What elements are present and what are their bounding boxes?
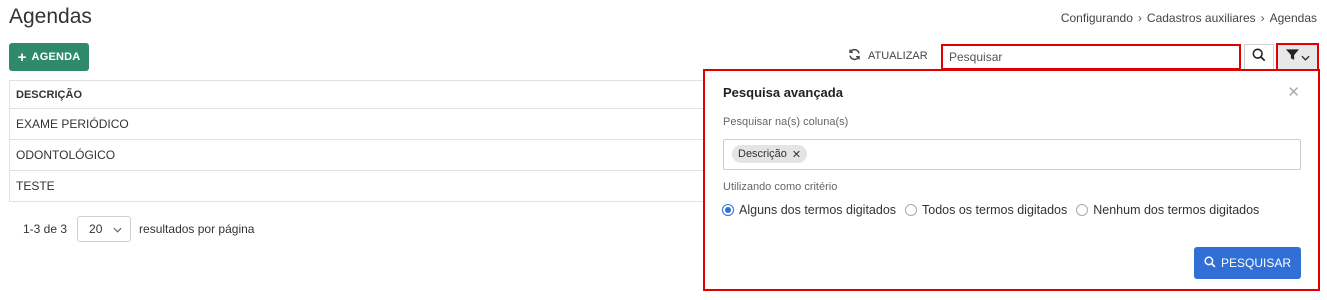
- criteria-radio-group: Alguns dos termos digitados Todos os ter…: [722, 203, 1268, 217]
- advanced-filter-button[interactable]: [1276, 43, 1319, 71]
- radio-button[interactable]: [905, 204, 918, 216]
- pagination: 1-3 de 3 20 resultados por página: [23, 216, 254, 242]
- table-row[interactable]: TESTE: [9, 171, 709, 202]
- table-cell: ODONTOLÓGICO: [16, 148, 116, 162]
- agendas-table: DESCRIÇÃO EXAME PERIÓDICO ODONTOLÓGICO T…: [9, 80, 709, 202]
- table-cell: TESTE: [16, 179, 55, 193]
- add-agenda-button[interactable]: + AGENDA: [9, 43, 89, 71]
- columns-label: Pesquisar na(s) coluna(s): [723, 116, 849, 128]
- advanced-search-submit-label: PESQUISAR: [1220, 256, 1292, 270]
- chevron-right-icon: ›: [1260, 11, 1265, 25]
- column-tag-label: Descrição: [738, 148, 787, 160]
- page-size-value: 20: [89, 222, 103, 236]
- radio-label: Alguns dos termos digitados: [739, 203, 897, 217]
- plus-icon: +: [17, 48, 27, 66]
- chevron-right-icon: ›: [1137, 11, 1142, 25]
- search-icon: [1252, 48, 1266, 67]
- radio-label: Nenhum dos termos digitados: [1093, 203, 1260, 217]
- column-tag: Descrição ✕: [732, 145, 808, 163]
- page-size-select[interactable]: 20: [77, 216, 132, 242]
- radio-option-nenhum[interactable]: Nenhum dos termos digitados: [1076, 203, 1259, 217]
- filter-icon: [1285, 48, 1299, 66]
- refresh-icon: [848, 48, 861, 64]
- breadcrumb-item-agendas: Agendas: [1269, 11, 1317, 25]
- per-page-label: resultados por página: [139, 222, 255, 236]
- page-title: Agendas: [9, 5, 92, 28]
- remove-tag-icon[interactable]: ✕: [792, 148, 801, 161]
- add-agenda-label: AGENDA: [31, 51, 81, 63]
- advanced-search-panel: Pesquisa avançada ✕ Pesquisar na(s) colu…: [703, 69, 1320, 291]
- advanced-search-submit-button[interactable]: PESQUISAR: [1194, 247, 1301, 279]
- close-icon[interactable]: ✕: [1287, 83, 1300, 101]
- pagination-range: 1-3 de 3: [23, 222, 68, 236]
- refresh-button[interactable]: ATUALIZAR: [848, 48, 928, 64]
- radio-button-selected[interactable]: [722, 204, 734, 216]
- search-icon: [1204, 255, 1216, 271]
- refresh-label: ATUALIZAR: [868, 50, 928, 62]
- radio-option-todos[interactable]: Todos os termos digitados: [905, 203, 1067, 217]
- chevron-down-icon: [113, 222, 122, 236]
- radio-option-alguns[interactable]: Alguns dos termos digitados: [722, 203, 896, 217]
- breadcrumb-item-configurando[interactable]: Configurando: [1061, 11, 1133, 25]
- table-row[interactable]: EXAME PERIÓDICO: [9, 109, 709, 140]
- search-button[interactable]: [1244, 44, 1274, 70]
- radio-label: Todos os termos digitados: [922, 203, 1068, 217]
- table-header: DESCRIÇÃO: [9, 81, 709, 109]
- breadcrumb: Configurando › Cadastros auxiliares › Ag…: [1061, 11, 1317, 25]
- table-cell: EXAME PERIÓDICO: [16, 117, 129, 131]
- column-header-descricao[interactable]: DESCRIÇÃO: [16, 89, 82, 101]
- search-input[interactable]: [941, 44, 1241, 70]
- advanced-search-title: Pesquisa avançada: [723, 85, 843, 100]
- radio-button[interactable]: [1076, 204, 1089, 216]
- criteria-label: Utilizando como critério: [723, 181, 838, 193]
- breadcrumb-item-cadastros[interactable]: Cadastros auxiliares: [1147, 11, 1256, 25]
- columns-tag-input[interactable]: Descrição ✕: [723, 139, 1301, 170]
- table-row[interactable]: ODONTOLÓGICO: [9, 140, 709, 171]
- chevron-down-icon: [1300, 48, 1310, 66]
